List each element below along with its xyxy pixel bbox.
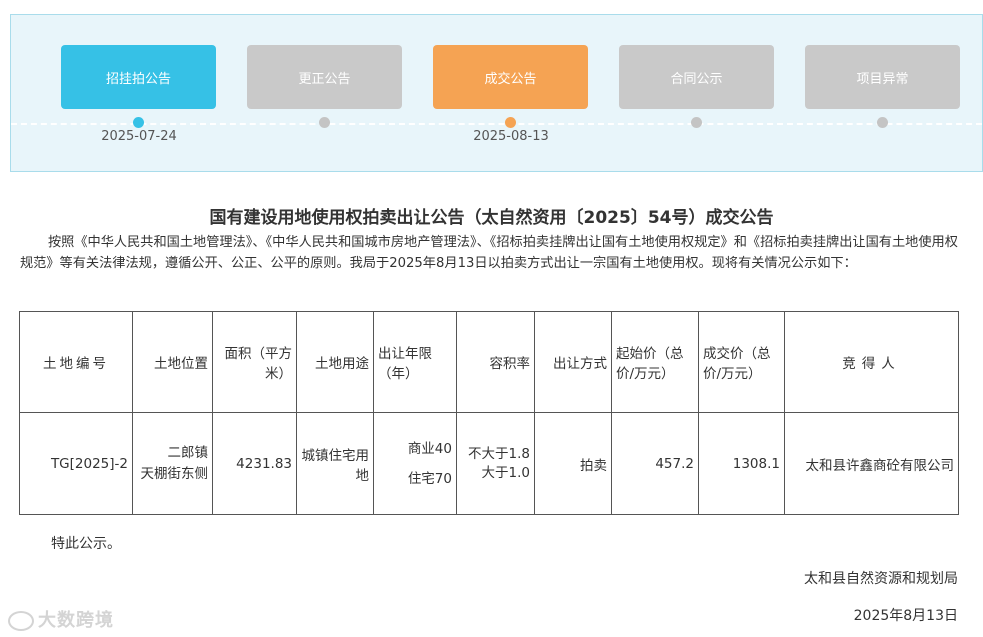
- step-dot-4: [691, 117, 702, 128]
- step-dot-2: [319, 117, 330, 128]
- th-winner: 竞得人: [784, 311, 959, 413]
- progress-stepper: 招挂拍公告 更正公告 成交公告 合同公示 项目异常 2025-07-24 202…: [10, 14, 983, 172]
- issuing-org: 太和县自然资源和规划局: [804, 571, 958, 587]
- cell-parcel-no: TG[2025]-2: [19, 412, 133, 515]
- step-dot-5: [877, 117, 888, 128]
- deal-table: 土地编号 土地位置 面积（平方米） 土地用途 出让年限（年） 容积率 出让方式 …: [19, 311, 959, 515]
- step-contract-notice[interactable]: 合同公示: [619, 45, 774, 109]
- cell-far: 不大于1.8 大于1.0: [456, 412, 535, 515]
- cell-area: 4231.83: [212, 412, 297, 515]
- th-location: 土地位置: [132, 311, 213, 413]
- cell-term-line2: 住宅70: [407, 470, 452, 487]
- step-date-3: 2025-08-13: [473, 129, 549, 144]
- cell-start-price: 457.2: [611, 412, 699, 515]
- notice-text: 特此公示。: [51, 536, 121, 552]
- th-method: 出让方式: [534, 311, 612, 413]
- watermark-logo-icon: [8, 611, 34, 631]
- issue-date: 2025年8月13日: [853, 608, 958, 624]
- watermark: 大数跨境: [8, 606, 114, 632]
- step-dot-1: [133, 117, 144, 128]
- cell-term: 商业40 住宅70: [373, 412, 457, 515]
- table-row: TG[2025]-2 二郎镇 天棚街东侧 4231.83 城镇住宅用地 商业40…: [19, 412, 959, 515]
- step-deal-notice[interactable]: 成交公告: [433, 45, 588, 109]
- cell-far-line2: 大于1.0: [481, 464, 530, 481]
- intro-text: 按照《中华人民共和国土地管理法》、《中华人民共和国城市房地产管理法》、《招标拍卖…: [20, 235, 958, 271]
- cell-deal-price: 1308.1: [698, 412, 785, 515]
- step-correction-notice[interactable]: 更正公告: [247, 45, 402, 109]
- th-parcel-no: 土地编号: [19, 311, 133, 413]
- step-project-exception[interactable]: 项目异常: [805, 45, 960, 109]
- intro-paragraph: 按照《中华人民共和国土地管理法》、《中华人民共和国城市房地产管理法》、《招标拍卖…: [20, 232, 965, 274]
- th-use: 土地用途: [296, 311, 374, 413]
- step-bidding-notice[interactable]: 招挂拍公告: [61, 45, 216, 109]
- step-date-1: 2025-07-24: [101, 129, 177, 144]
- cell-winner: 太和县许鑫商砼有限公司: [784, 412, 959, 515]
- page-title: 国有建设用地使用权拍卖出让公告（太自然资用〔2025〕54号）成交公告: [209, 208, 774, 228]
- cell-location-line2: 天棚街东侧: [140, 465, 209, 482]
- cell-location: 二郎镇 天棚街东侧: [132, 412, 213, 515]
- th-area: 面积（平方米）: [212, 311, 297, 413]
- cell-location-line1: 二郎镇: [167, 444, 209, 461]
- cell-far-line1: 不大于1.8: [468, 445, 530, 462]
- timeline-line: [11, 123, 982, 125]
- th-far: 容积率: [456, 311, 535, 413]
- table-header-row: 土地编号 土地位置 面积（平方米） 土地用途 出让年限（年） 容积率 出让方式 …: [19, 311, 959, 413]
- th-start-price: 起始价（总价/万元）: [611, 311, 699, 413]
- watermark-text: 大数跨境: [38, 610, 114, 631]
- cell-method: 拍卖: [534, 412, 612, 515]
- step-dot-3: [505, 117, 516, 128]
- cell-term-line1: 商业40: [407, 440, 452, 457]
- th-term: 出让年限（年）: [373, 311, 457, 413]
- cell-use: 城镇住宅用地: [296, 412, 374, 515]
- th-deal-price: 成交价（总价/万元）: [698, 311, 785, 413]
